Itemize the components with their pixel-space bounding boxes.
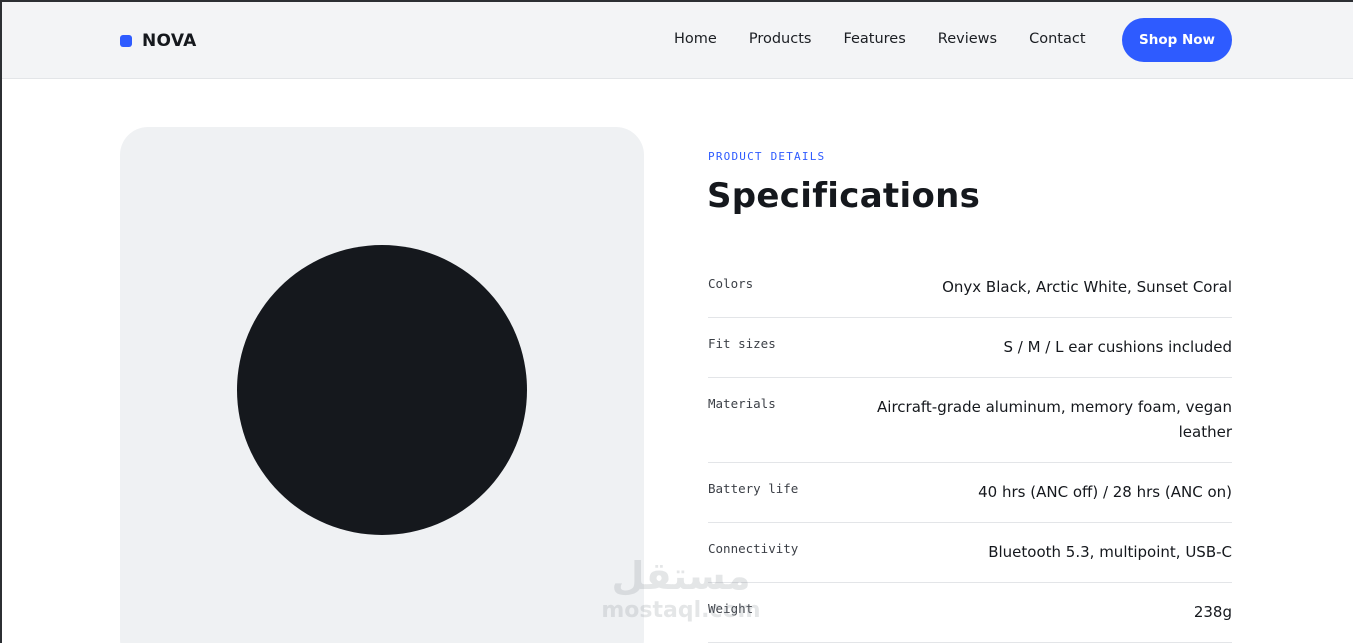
- logo-mark-icon: [120, 35, 132, 47]
- spec-row-colors: Colors Onyx Black, Arctic White, Sunset …: [708, 258, 1232, 318]
- page: NOVA Home Products Features Reviews Cont…: [0, 0, 1353, 643]
- spec-label: Fit sizes: [708, 336, 776, 351]
- spec-row-weight: Weight 238g: [708, 583, 1232, 643]
- spec-label: Weight: [708, 601, 754, 616]
- spec-value: 40 hrs (ANC off) / 28 hrs (ANC on): [978, 483, 1232, 501]
- spec-row-connectivity: Connectivity Bluetooth 5.3, multipoint, …: [708, 523, 1232, 583]
- product-image: [237, 245, 527, 535]
- spec-label: Materials: [708, 396, 776, 411]
- nav-reviews[interactable]: Reviews: [938, 29, 997, 49]
- spec-row-fit-sizes: Fit sizes S / M / L ear cushions include…: [708, 318, 1232, 378]
- brand-name: NOVA: [142, 31, 197, 51]
- spec-value: Onyx Black, Arctic White, Sunset Coral: [942, 278, 1232, 296]
- spec-value: Bluetooth 5.3, multipoint, USB-C: [988, 543, 1232, 561]
- spec-label: Battery life: [708, 481, 799, 496]
- shop-now-button[interactable]: Shop Now: [1122, 18, 1232, 62]
- product-image-panel: [120, 127, 644, 643]
- main-nav: Home Products Features Reviews Contact: [674, 29, 1118, 49]
- spec-table: Colors Onyx Black, Arctic White, Sunset …: [708, 258, 1232, 643]
- nav-features[interactable]: Features: [843, 29, 905, 49]
- brand-logo[interactable]: NOVA: [120, 30, 197, 52]
- spec-value: 238g: [1193, 603, 1232, 621]
- spec-label: Colors: [708, 276, 754, 291]
- site-header: NOVA Home Products Features Reviews Cont…: [2, 2, 1353, 79]
- spec-value: S / M / L ear cushions included: [1003, 338, 1232, 356]
- spec-label: Connectivity: [708, 541, 799, 556]
- page-title: Specifications: [707, 176, 981, 216]
- nav-home[interactable]: Home: [674, 29, 717, 49]
- spec-row-battery-life: Battery life 40 hrs (ANC off) / 28 hrs (…: [708, 463, 1232, 523]
- spec-row-materials: Materials Aircraft-grade aluminum, memor…: [708, 378, 1232, 463]
- nav-products[interactable]: Products: [749, 29, 812, 49]
- spec-value: Aircraft-grade aluminum, memory foam, ve…: [877, 398, 1232, 441]
- section-eyebrow: PRODUCT DETAILS: [708, 150, 826, 163]
- nav-contact[interactable]: Contact: [1029, 29, 1085, 49]
